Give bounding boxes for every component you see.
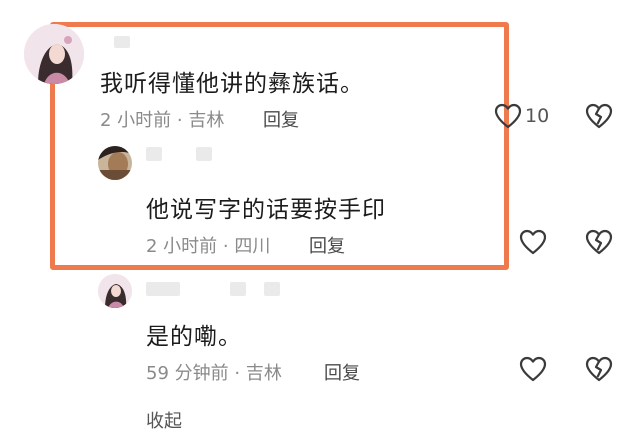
blurred-username — [146, 282, 180, 296]
comment-text: 是的嘞。 — [146, 324, 242, 350]
avatar[interactable] — [98, 274, 132, 308]
broken-heart-icon[interactable] — [585, 229, 613, 255]
heart-icon[interactable] — [494, 103, 522, 129]
comment-meta: 2 小时前 · 吉林 — [100, 106, 224, 132]
avatar[interactable] — [98, 146, 132, 180]
comment-location: 四川 — [234, 236, 271, 257]
comment-text: 他说写字的话要按手印 — [146, 197, 386, 223]
reply-button[interactable]: 回复 — [324, 359, 360, 385]
meta-separator: · — [176, 110, 183, 131]
reply-button[interactable]: 回复 — [263, 106, 299, 132]
collapse-replies-link[interactable]: 收起 — [146, 407, 182, 433]
blurred-username — [146, 147, 162, 161]
like-count: 10 — [525, 105, 550, 127]
reply-button[interactable]: 回复 — [309, 232, 345, 258]
comment-time: 2 小时前 — [100, 110, 172, 131]
comment-text: 我听得懂他讲的彝族话。 — [100, 71, 364, 97]
heart-icon[interactable] — [519, 229, 547, 255]
blurred-username — [114, 36, 130, 48]
avatar[interactable] — [24, 24, 84, 84]
blurred-username — [230, 282, 246, 296]
comment-location: 吉林 — [245, 363, 282, 384]
blurred-username — [264, 282, 280, 296]
broken-heart-icon[interactable] — [585, 103, 613, 129]
comment-meta: 2 小时前 · 四川 — [146, 232, 270, 258]
meta-separator: · — [222, 236, 229, 257]
broken-heart-icon[interactable] — [585, 356, 613, 382]
blurred-username — [196, 147, 212, 161]
comment-meta: 59 分钟前 · 吉林 — [146, 359, 282, 385]
comment-location: 吉林 — [188, 110, 225, 131]
comment-time: 2 小时前 — [146, 236, 218, 257]
heart-icon[interactable] — [519, 356, 547, 382]
comment-time: 59 分钟前 — [146, 363, 229, 384]
meta-separator: · — [234, 363, 241, 384]
